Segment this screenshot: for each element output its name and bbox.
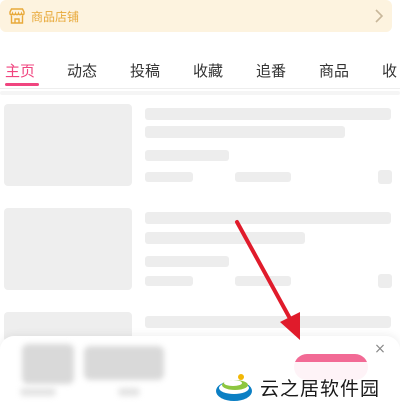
active-tab-indicator: [5, 83, 39, 86]
stat-placeholder: [235, 276, 291, 286]
more-placeholder: [378, 170, 392, 184]
tab-bangumi[interactable]: 追番: [256, 60, 286, 81]
video-thumbnail-placeholder[interactable]: [4, 104, 132, 186]
divider: [0, 91, 400, 95]
stat-placeholder: [235, 172, 291, 182]
tab-dynamics[interactable]: 动态: [67, 60, 97, 81]
store-icon: [9, 8, 25, 24]
meta-placeholder: [145, 150, 229, 161]
more-placeholder: [378, 274, 392, 288]
watermark: 云之居软件园: [210, 362, 400, 412]
watermark-logo-icon: [216, 374, 252, 401]
title-placeholder: [145, 316, 391, 328]
tab-goods[interactable]: 商品: [319, 60, 349, 81]
blurred-caption: [20, 388, 56, 396]
stat-placeholder: [145, 276, 193, 286]
watermark-text: 云之居软件园: [260, 378, 381, 400]
blurred-content: [84, 346, 164, 380]
tab-favorites[interactable]: 收藏: [193, 60, 223, 81]
title-placeholder: [145, 212, 391, 224]
shop-banner[interactable]: 商品店铺: [0, 0, 392, 32]
tab-submissions[interactable]: 投稿: [130, 60, 160, 81]
chevron-right-icon: [375, 9, 384, 23]
blurred-avatar: [22, 344, 74, 384]
profile-tab-bar: 主页 动态 投稿 收藏 追番 商品 收: [0, 50, 400, 89]
tab-more[interactable]: 收: [382, 60, 397, 81]
close-icon[interactable]: ×: [373, 342, 387, 356]
meta-placeholder: [145, 256, 229, 267]
tab-home[interactable]: 主页: [5, 60, 35, 81]
shop-banner-label: 商品店铺: [31, 10, 80, 24]
title-placeholder: [145, 108, 391, 120]
title-placeholder: [145, 232, 305, 244]
blurred-caption: [118, 388, 140, 396]
title-placeholder: [145, 126, 345, 138]
video-thumbnail-placeholder[interactable]: [4, 208, 132, 290]
stat-placeholder: [145, 172, 193, 182]
